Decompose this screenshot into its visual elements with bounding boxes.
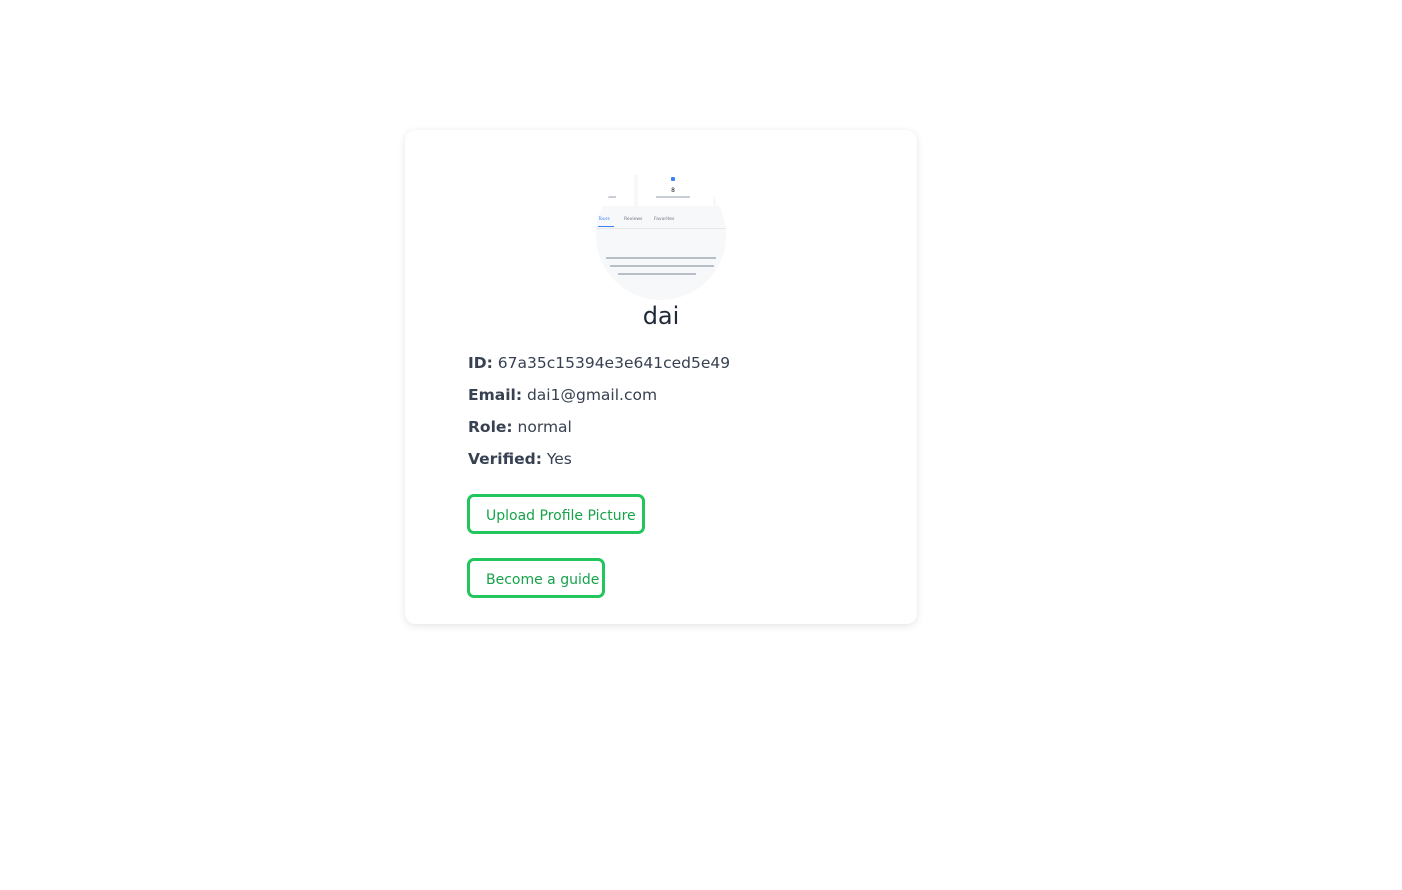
email-label: Email: <box>468 386 523 404</box>
role-label: Role: <box>468 418 513 436</box>
become-guide-button[interactable]: Become a guide <box>467 558 605 598</box>
profile-info-list: ID: 67a35c15394e3e641ced5e49 Email: dai1… <box>468 352 730 480</box>
email-value: dai1@gmail.com <box>526 386 658 404</box>
avatar-tab-3: Favorites <box>654 216 675 222</box>
profile-id-row: ID: 67a35c15394e3e641ced5e49 <box>468 352 730 384</box>
avatar-stat-value: 8 <box>671 187 675 194</box>
upload-profile-picture-button[interactable]: Upload Profile Picture <box>467 494 645 534</box>
profile-role-row: Role: normal <box>468 416 730 448</box>
avatar-tab-1: Tours <box>597 216 610 222</box>
profile-email-row: Email: dai1@gmail.com <box>468 384 730 416</box>
id-value: 67a35c15394e3e641ced5e49 <box>497 354 731 372</box>
avatar-screenshot-image: 8 Tours Reviews Favorites <box>596 170 726 300</box>
id-label: ID: <box>468 354 493 372</box>
profile-avatar: 8 Tours Reviews Favorites <box>596 170 726 300</box>
avatar-tab-2: Reviews <box>624 216 643 222</box>
verified-value: Yes <box>546 450 572 468</box>
verified-label: Verified: <box>468 450 542 468</box>
profile-username: dai <box>642 302 680 330</box>
profile-card: 8 Tours Reviews Favorites dai ID: 67a35c… <box>405 130 917 624</box>
profile-verified-row: Verified: Yes <box>468 448 730 480</box>
role-value: normal <box>517 418 572 436</box>
